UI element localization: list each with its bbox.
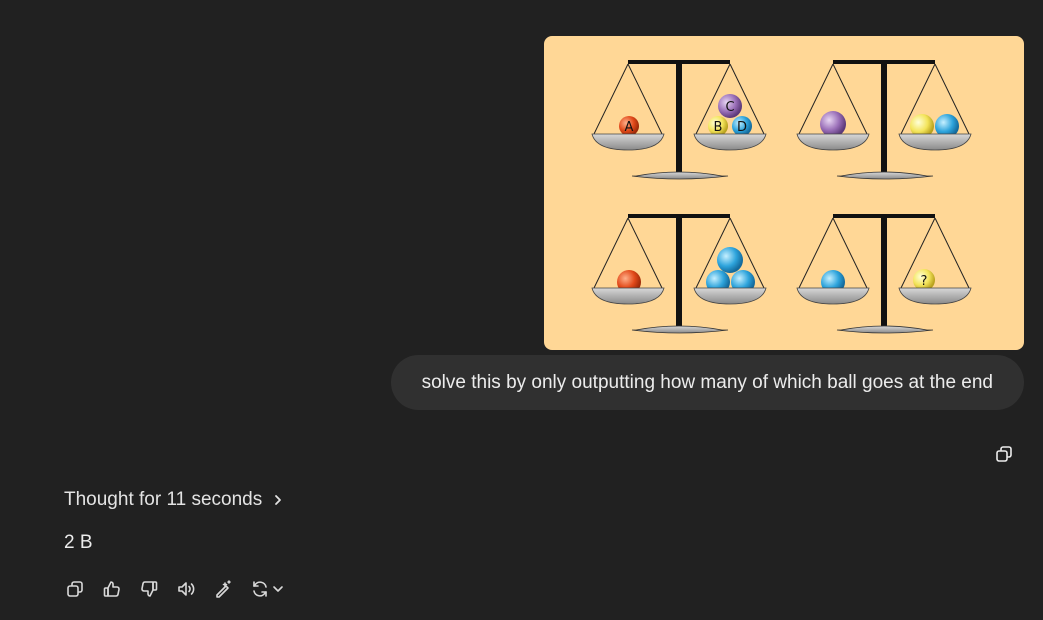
ball-d-label: D (737, 120, 747, 135)
copy-user-message-button[interactable] (992, 442, 1016, 466)
chevron-down-icon (273, 586, 283, 592)
chevron-right-icon (272, 493, 284, 507)
ball-c-label: C (725, 100, 734, 115)
regenerate-icon (253, 581, 267, 597)
copy-icon (996, 446, 1012, 462)
assistant-answer: 2 B (64, 532, 93, 553)
thought-toggle[interactable]: Thought for 11 seconds (64, 489, 284, 511)
ball-a-label: A (625, 120, 634, 135)
user-message-bubble: solve this by only outputting how many o… (390, 355, 1024, 410)
scale-1: A B D C (591, 60, 767, 180)
thumbs-up-icon (103, 581, 120, 597)
copy-response-button[interactable] (62, 576, 88, 602)
ball-b-label: B (714, 120, 723, 135)
speaker-icon (178, 582, 195, 596)
read-aloud-button[interactable] (173, 576, 199, 602)
scale-2 (796, 60, 972, 180)
regenerate-button[interactable] (247, 576, 287, 602)
scale-4: ? (796, 214, 972, 334)
thumbs-down-icon (141, 581, 158, 597)
copy-icon (67, 581, 83, 597)
edit-sparkle-icon (216, 580, 231, 598)
uploaded-puzzle-image[interactable]: A B D C ? (544, 36, 1024, 350)
assistant-actions (62, 576, 287, 602)
thought-label: Thought for 11 seconds (64, 489, 263, 510)
thumbs-down-button[interactable] (136, 576, 162, 602)
edit-in-canvas-button[interactable] (210, 576, 236, 602)
unknown-ball-label: ? (921, 274, 928, 289)
balance-puzzle: A B D C ? (591, 60, 972, 334)
user-message-text: solve this by only outputting how many o… (421, 371, 993, 393)
scale-3 (591, 214, 767, 334)
thumbs-up-button[interactable] (99, 576, 125, 602)
chat-page: A B D C ? solve this by only outputting … (0, 0, 1043, 620)
